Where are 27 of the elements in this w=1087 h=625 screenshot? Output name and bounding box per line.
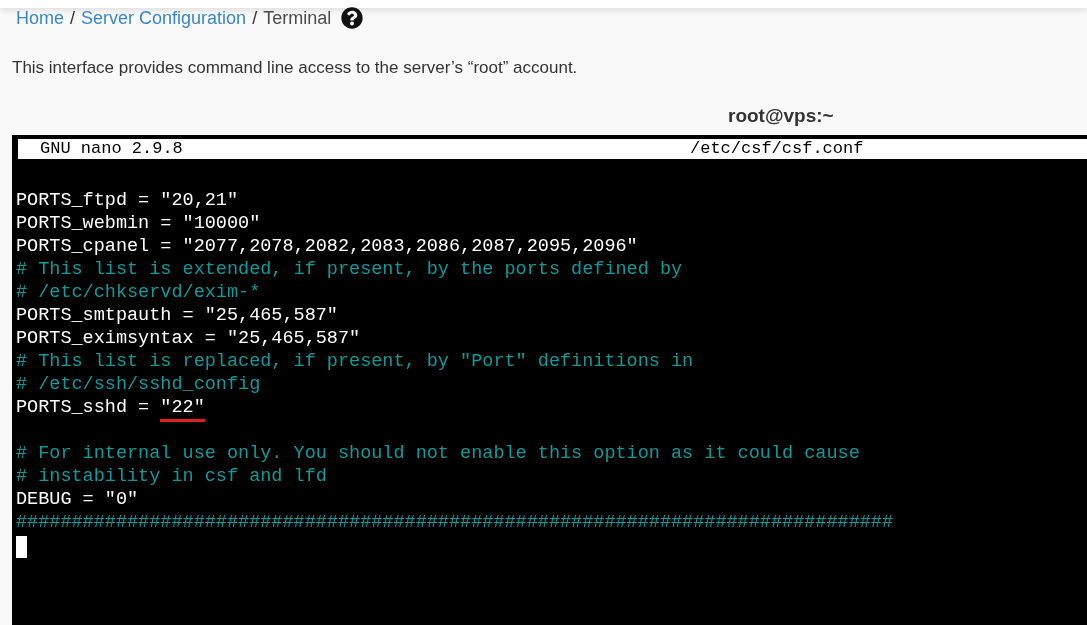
- comment-line: ###############################################################################: [16, 511, 895, 534]
- breadcrumb-current: Terminal: [263, 7, 332, 29]
- code-line: PORTS_ftpd = "20,21": [16, 189, 240, 212]
- comment-line: # This list is replaced, if present, by "Port" definitions in: [16, 350, 695, 373]
- help-icon[interactable]: [341, 7, 364, 29]
- comment-line: # For internal use only. You should not enable this option as it could cause: [16, 442, 861, 465]
- terminal-window[interactable]: [12, 135, 1087, 625]
- breadcrumb-separator: /: [252, 7, 258, 29]
- breadcrumb-link[interactable]: Home: [16, 7, 64, 29]
- editor-version: GNU nano 2.9.8: [39, 139, 184, 159]
- breadcrumb-link[interactable]: Server Configuration: [81, 7, 247, 29]
- terminal-title: root@vps:~: [728, 105, 834, 127]
- comment-line: # /etc/chkservd/exim-*: [16, 281, 262, 304]
- code-line: PORTS_smtpauth = "25,465,587": [16, 304, 339, 327]
- code-line: PORTS_sshd = "22": [16, 396, 1087, 419]
- comment-line: # This list is extended, if present, by the ports defined by: [16, 258, 684, 281]
- code-line: PORTS_cpanel = "2077,2078,2082,2083,2086,2087,2095,2096": [16, 235, 639, 258]
- description: This interface provides command line access to the server’s “root” account.: [12, 58, 579, 78]
- text-cursor: [16, 536, 27, 558]
- code-line: PORTS_webmin = "10000": [16, 212, 262, 235]
- code-line: PORTS_eximsyntax = "25,465,587": [16, 327, 362, 350]
- underlined-value: "22": [160, 397, 205, 422]
- comment-line: # /etc/ssh/sshd_config: [16, 373, 262, 396]
- breadcrumb-separator: /: [70, 7, 76, 29]
- code-line: DEBUG = "0": [16, 488, 140, 511]
- comment-line: # instability in csf and lfd: [16, 465, 328, 488]
- file-path: /etc/csf/csf.conf: [690, 139, 864, 159]
